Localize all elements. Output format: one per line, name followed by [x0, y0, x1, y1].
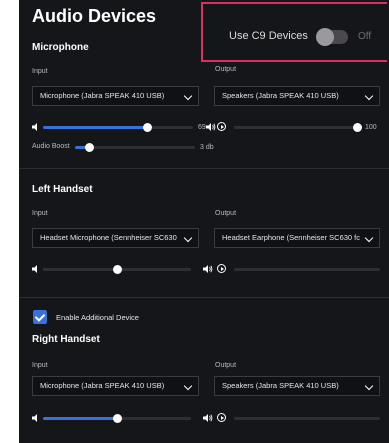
volume-high-icon	[203, 414, 213, 422]
audio-boost-value: 3 db	[200, 144, 214, 151]
left-handset-output-select[interactable]: Headset Earphone (Sennheiser SC630 fc	[214, 228, 380, 248]
right-handset-input-volume-slider[interactable]	[43, 414, 191, 423]
section-divider	[19, 297, 389, 298]
enable-additional-device-label: Enable Additional Device	[56, 313, 139, 322]
chevron-down-icon	[183, 91, 193, 101]
enable-additional-device-checkbox[interactable]	[33, 310, 47, 324]
volume-high-icon	[203, 265, 213, 273]
c9-devices-toggle[interactable]	[316, 28, 348, 46]
microphone-output-volume-value: 100	[365, 124, 377, 131]
chevron-down-icon	[364, 381, 374, 391]
c9-devices-box: Use C9 Devices Off	[201, 2, 387, 62]
slider-knob[interactable]	[142, 123, 152, 132]
microphone-input-volume-value: 69	[198, 124, 206, 131]
c9-devices-label: Use C9 Devices	[229, 30, 308, 42]
left-handset-input-label: Input	[32, 210, 48, 217]
chevron-down-icon	[364, 91, 374, 101]
microphone-output-label: Output	[215, 66, 237, 73]
right-handset-input-label: Input	[32, 362, 48, 369]
slider-fill	[234, 126, 357, 129]
chevron-down-icon	[183, 381, 193, 391]
right-handset-input-value: Microphone (Jabra SPEAK 410 USB)	[40, 381, 165, 390]
microphone-input-value: Microphone (Jabra SPEAK 410 USB)	[40, 91, 165, 100]
left-handset-section-title: Left Handset	[32, 184, 93, 195]
right-handset-output-volume-slider[interactable]	[234, 417, 380, 420]
left-handset-input-value: Headset Microphone (Sennheiser SC630	[40, 233, 177, 242]
volume-low-icon	[32, 123, 37, 131]
play-test-sound-icon[interactable]	[217, 413, 226, 422]
right-handset-output-select[interactable]: Speakers (Jabra SPEAK 410 USB)	[214, 376, 380, 396]
slider-knob[interactable]	[85, 143, 95, 152]
slider-knob[interactable]	[353, 123, 362, 132]
audio-boost-label: Audio Boost	[32, 143, 70, 150]
right-handset-input-select[interactable]: Microphone (Jabra SPEAK 410 USB)	[32, 376, 199, 396]
volume-low-icon	[32, 414, 37, 422]
microphone-output-value: Speakers (Jabra SPEAK 410 USB)	[222, 91, 339, 100]
slider-knob[interactable]	[113, 265, 122, 274]
slider-fill	[43, 268, 117, 271]
left-handset-output-label: Output	[215, 210, 237, 217]
left-handset-output-value: Headset Earphone (Sennheiser SC630 fc	[222, 233, 361, 242]
play-test-sound-icon[interactable]	[217, 264, 226, 273]
left-handset-input-select[interactable]: Headset Microphone (Sennheiser SC630	[32, 228, 199, 248]
play-test-sound-icon[interactable]	[217, 122, 226, 131]
slider-fill	[43, 126, 147, 129]
microphone-input-label: Input	[32, 68, 48, 75]
section-divider	[19, 168, 389, 169]
volume-low-icon	[32, 265, 37, 273]
volume-high-icon	[206, 123, 216, 131]
right-handset-output-value: Speakers (Jabra SPEAK 410 USB)	[222, 381, 339, 390]
page-title: Audio Devices	[32, 6, 157, 26]
right-handset-output-label: Output	[215, 362, 237, 369]
chevron-down-icon	[364, 233, 374, 243]
toggle-knob	[316, 28, 334, 46]
audio-devices-panel: Audio Devices Use C9 Devices Off Microph…	[19, 0, 389, 443]
microphone-input-select[interactable]: Microphone (Jabra SPEAK 410 USB)	[32, 86, 199, 106]
chevron-down-icon	[183, 233, 193, 243]
c9-toggle-state: Off	[358, 31, 372, 42]
microphone-section-title: Microphone	[32, 42, 89, 53]
right-handset-section-title: Right Handset	[32, 334, 100, 345]
microphone-output-select[interactable]: Speakers (Jabra SPEAK 410 USB)	[214, 86, 380, 106]
audio-boost-slider[interactable]	[75, 143, 195, 152]
microphone-input-volume-slider[interactable]	[43, 123, 193, 132]
microphone-output-volume-slider[interactable]	[234, 123, 362, 132]
slider-fill	[43, 417, 117, 420]
left-handset-output-volume-slider[interactable]	[234, 268, 380, 271]
slider-knob[interactable]	[113, 414, 122, 423]
left-handset-input-volume-slider[interactable]	[43, 265, 191, 274]
